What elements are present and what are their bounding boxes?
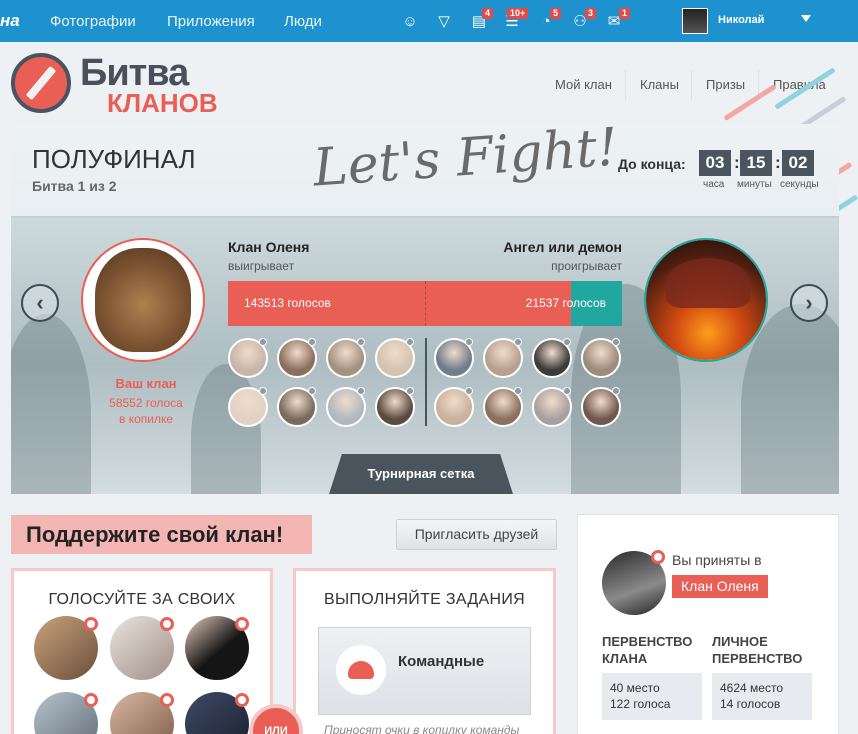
personal-votes: 14 голосов [720, 697, 781, 711]
member-status-icon [357, 387, 365, 395]
timer-minutes: 15 [740, 150, 772, 176]
deer-emblem [95, 248, 191, 352]
user-avatar[interactable] [682, 8, 708, 34]
accepted-label: Вы приняты в [672, 552, 762, 568]
battle-header: ПОЛУФИНАЛ Битва 1 из 2 Let's Fight! До к… [11, 124, 839, 218]
clan-ranking-box: 40 место 122 голоса [602, 673, 702, 720]
vote-dot-icon [160, 693, 174, 707]
vote-right-count: 21537 голосов [525, 296, 606, 310]
profile-dot-icon [651, 550, 665, 564]
timer-seconds-label: секунды [780, 179, 819, 190]
mail-badge: 1 [619, 8, 631, 19]
personal-ranking-title: ЛИЧНОЕ ПЕРВЕНСТВО [712, 634, 803, 666]
round-label: Битва 1 из 2 [32, 178, 117, 194]
your-clan-label: Ваш клан [115, 376, 177, 391]
vote-dot-icon [160, 617, 174, 631]
list-badge: 10+ [507, 8, 529, 19]
member-status-icon [259, 338, 267, 346]
member-status-icon [514, 338, 522, 346]
user-name[interactable]: Николай [718, 14, 764, 26]
member-status-icon [465, 338, 473, 346]
tournament-bracket-button[interactable]: Турнирная сетка [329, 454, 513, 494]
vote-dot-icon [235, 693, 249, 707]
countdown-label: До конца: [618, 156, 686, 172]
team-tasks-hint: Приносят очки в копилку команды [324, 723, 520, 734]
nav-apps[interactable]: Приложения [167, 13, 255, 30]
member-status-icon [357, 338, 365, 346]
clan-left-name[interactable]: Клан Оленя [228, 239, 309, 255]
menu-my-clan[interactable]: Мой клан [555, 77, 612, 92]
stage-title: ПОЛУФИНАЛ [32, 144, 196, 174]
timer-colon: : [775, 153, 781, 172]
viking-helmet-icon [348, 661, 374, 679]
menu-divider [691, 70, 692, 100]
personal-place: 4624 место [720, 681, 783, 695]
vote-dot-icon [84, 617, 98, 631]
wings-shape [666, 258, 750, 308]
your-clan-piggy: в копилке [118, 412, 174, 426]
timer-hours: 03 [699, 150, 731, 176]
clan-right-image[interactable] [644, 238, 768, 362]
member-status-icon [612, 387, 620, 395]
member-status-icon [563, 387, 571, 395]
clan-left-image[interactable] [81, 238, 205, 362]
vote-card-title: ГОЛОСУЙТЕ ЗА СВОИХ [48, 591, 236, 608]
clan-ranking-title: ПЕРВЕНСТВО КЛАНА [602, 634, 693, 666]
pie-badge: 5 [550, 8, 562, 19]
menu-divider [625, 70, 626, 100]
timer-minutes-label: минуты [737, 179, 772, 190]
nav-photos[interactable]: Фотографии [50, 13, 136, 30]
lets-fight-logo: Let's Fight! [311, 124, 620, 199]
invite-friends-button[interactable]: Пригласить друзей [396, 519, 557, 550]
member-status-icon [514, 387, 522, 395]
top-navigation-bar: на Фотографии Приложения Люди ☺ ▽ ▤ 4 ☰ … [0, 0, 858, 42]
member-status-icon [406, 387, 414, 395]
support-clan-title: Поддержите свой клан! [11, 515, 312, 554]
battle-panel: ПОЛУФИНАЛ Битва 1 из 2 Let's Fight! До к… [11, 124, 839, 494]
clan-right-status: проигрывает [551, 259, 622, 273]
vote-bar-midline [425, 281, 426, 326]
friends-badge: 3 [585, 8, 597, 19]
next-arrow-icon[interactable]: › [790, 284, 828, 322]
team-icon [336, 645, 386, 695]
personal-ranking-box: 4624 место 14 голосов [712, 673, 812, 720]
site-brand[interactable]: на [0, 11, 20, 31]
member-status-icon [259, 387, 267, 395]
vote-dot-icon [84, 693, 98, 707]
your-clan-votes: 58552 голоса [109, 396, 183, 410]
smile-icon[interactable]: ☺ [401, 12, 419, 30]
notes-badge: 4 [482, 8, 494, 19]
vote-progress-bar: 143513 голосов 21537 голосов [228, 281, 622, 326]
member-status-icon [308, 387, 316, 395]
team-tasks-label: Командные [398, 653, 485, 670]
clan-place: 40 место [610, 681, 660, 695]
vote-dot-icon [235, 617, 249, 631]
diamond-icon[interactable]: ▽ [435, 12, 453, 30]
member-status-icon [612, 338, 620, 346]
members-divider [425, 338, 427, 426]
prev-arrow-icon[interactable]: ‹ [21, 284, 59, 322]
tasks-card-title: ВЫПОЛНЯЙТЕ ЗАДАНИЯ [324, 591, 525, 608]
nav-people[interactable]: Люди [284, 13, 322, 30]
logo-subtitle: кланов [107, 88, 218, 118]
member-status-icon [406, 338, 414, 346]
member-status-icon [465, 387, 473, 395]
clan-left-status: выигрывает [228, 259, 295, 273]
vote-left-count: 143513 голосов [244, 296, 331, 310]
menu-prizes[interactable]: Призы [706, 77, 745, 92]
member-status-icon [308, 338, 316, 346]
timer-seconds: 02 [782, 150, 814, 176]
bg-tree [11, 314, 91, 494]
clan-votes: 122 голоса [610, 697, 671, 711]
clan-right-name[interactable]: Ангел или демон [503, 239, 622, 255]
menu-clans[interactable]: Кланы [640, 77, 679, 92]
clan-tag[interactable]: Клан Оленя [672, 575, 768, 598]
timer-hours-label: часа [703, 179, 725, 190]
chevron-down-icon[interactable] [801, 15, 811, 22]
timer-colon: : [734, 153, 740, 172]
member-status-icon [563, 338, 571, 346]
